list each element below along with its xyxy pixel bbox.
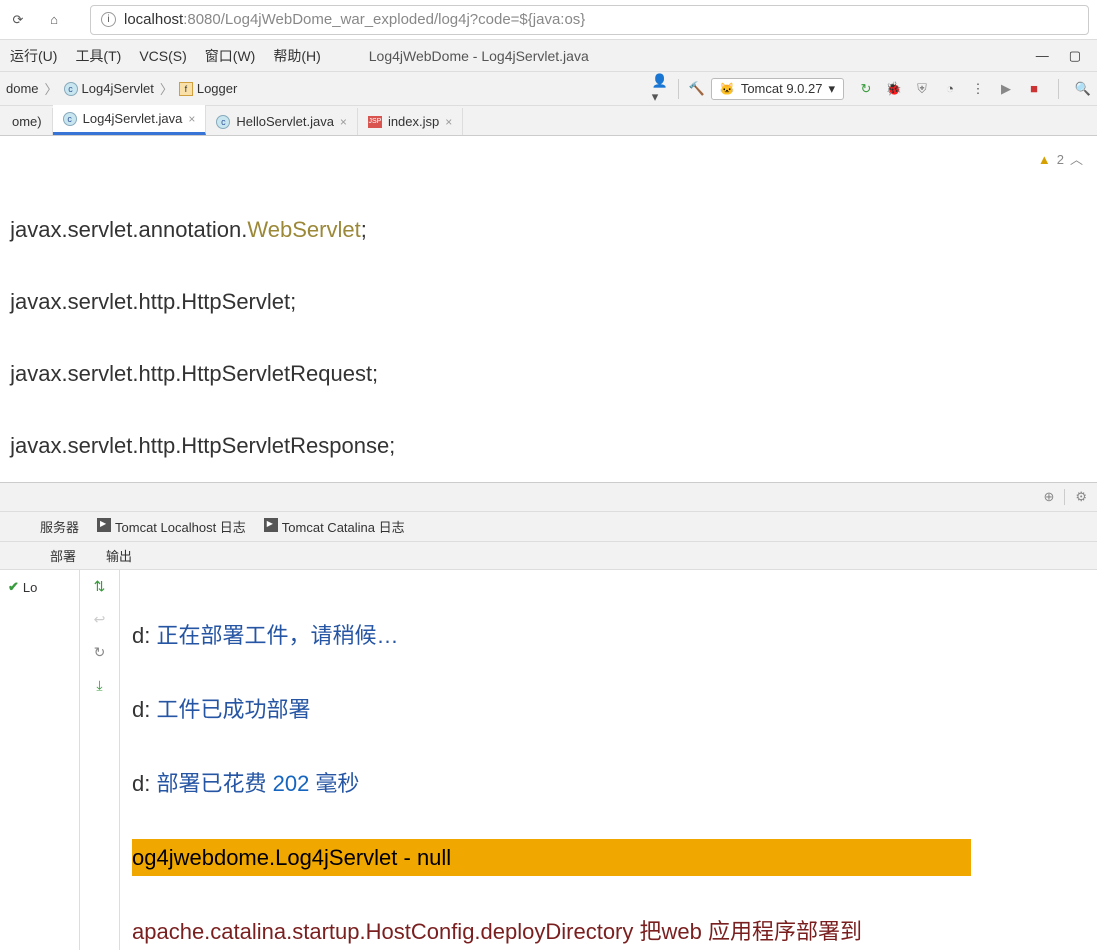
menu-tools[interactable]: 工具(T) — [75, 46, 121, 66]
jsp-icon: JSP — [368, 116, 382, 128]
tab-localhost-log[interactable]: Tomcat Localhost 日志 — [97, 517, 246, 536]
bug-icon[interactable]: 🐞 — [886, 81, 902, 97]
close-icon[interactable]: × — [445, 115, 452, 129]
class-icon: c — [63, 112, 77, 126]
panel-subtabs: 部署 输出 — [0, 542, 1097, 570]
crumb-1[interactable]: cLog4jServlet — [64, 81, 154, 96]
panel-header: ⊕ ⚙ — [0, 482, 1097, 512]
user-icon[interactable]: 👤▾ — [652, 81, 668, 97]
browser-bar: ⟳ ⌂ i localhost:8080/Log4jWebDome_war_ex… — [0, 0, 1097, 40]
tab-1[interactable]: cLog4jServlet.java× — [53, 105, 207, 135]
tab-0[interactable]: ome) — [2, 108, 53, 135]
search-icon[interactable]: 🔍 — [1075, 81, 1091, 97]
url-bar[interactable]: i localhost:8080/Log4jWebDome_war_explod… — [90, 5, 1089, 35]
subtab-output[interactable]: 输出 — [106, 546, 132, 565]
tab-catalina-log[interactable]: Tomcat Catalina 日志 — [264, 517, 405, 536]
url-port: :8080 — [183, 11, 221, 28]
window-title: Log4jWebDome - Log4jServlet.java — [369, 48, 589, 64]
chevron-down-icon: ▾ — [828, 81, 835, 97]
refresh-icon[interactable]: ⟳ — [8, 10, 28, 30]
info-icon: i — [101, 12, 116, 27]
run-config-selector[interactable]: 🐱 Tomcat 9.0.27 ▾ — [711, 78, 844, 100]
panel-tabs: 服务器 Tomcat Localhost 日志 Tomcat Catalina … — [0, 512, 1097, 542]
tab-3[interactable]: JSPindex.jsp× — [358, 108, 463, 135]
panel-body: ✔Lo ⇅ ↩ ↻ ⤓ d: 正在部署工件，请稍候… d: 工件已成功部署 d:… — [0, 570, 1097, 950]
code-editor[interactable]: ▲2︿ javax.servlet.annotation.WebServlet;… — [0, 136, 1097, 482]
field-icon: f — [179, 82, 193, 96]
inspection-badges[interactable]: ▲2︿ — [1038, 142, 1083, 178]
url-host: localhost — [124, 11, 183, 28]
rerun-icon[interactable]: ↻ — [858, 81, 874, 97]
up-arrow-icon[interactable]: ⇅ — [94, 578, 106, 595]
menu-vcs[interactable]: VCS(S) — [139, 48, 186, 64]
menu-run[interactable]: 运行(U) — [10, 46, 57, 66]
crumb-2[interactable]: fLogger — [179, 81, 237, 96]
tab-server[interactable]: 服务器 — [40, 517, 79, 536]
play-icon[interactable]: ▶ — [998, 81, 1014, 97]
warning-icon: ▲ — [1038, 142, 1051, 178]
log-icon — [264, 518, 278, 532]
down-save-icon[interactable]: ⤓ — [96, 677, 102, 694]
menu-window[interactable]: 窗口(W) — [205, 46, 256, 66]
deploy-tree[interactable]: ✔Lo — [0, 570, 80, 950]
minimize-icon[interactable]: — — [1036, 48, 1049, 64]
console-output[interactable]: d: 正在部署工件，请稍候… d: 工件已成功部署 d: 部署已花费 202 毫… — [120, 570, 1097, 950]
dots-icon[interactable]: ⋮ — [970, 81, 986, 97]
menu-bar: 运行(U) 工具(T) VCS(S) 窗口(W) 帮助(H) Log4jWebD… — [0, 40, 1097, 72]
target-icon[interactable]: ⊕ — [1043, 489, 1054, 505]
close-icon[interactable]: × — [340, 115, 347, 129]
url-path: /Log4jWebDome_war_exploded/log4j?code=${… — [221, 11, 586, 28]
tomcat-icon: 🐱 — [720, 82, 735, 96]
chevron-up-icon: ︿ — [1070, 142, 1083, 178]
menu-help[interactable]: 帮助(H) — [273, 46, 320, 66]
editor-tabs: ome) cLog4jServlet.java× cHelloServlet.j… — [0, 106, 1097, 136]
console-gutter: ⇅ ↩ ↻ ⤓ — [80, 570, 120, 950]
deploy-item[interactable]: ✔Lo — [0, 576, 79, 598]
back-icon[interactable]: ↩ — [94, 611, 106, 628]
run-config-label: Tomcat 9.0.27 — [741, 81, 823, 96]
crumb-0[interactable]: dome — [6, 81, 39, 96]
stop-icon[interactable]: ■ — [1026, 81, 1042, 97]
coverage-icon[interactable]: ⛨ — [914, 81, 930, 97]
tab-2[interactable]: cHelloServlet.java× — [206, 108, 358, 135]
maximize-icon[interactable]: ▢ — [1069, 48, 1081, 64]
check-icon: ✔ — [8, 579, 19, 595]
breadcrumb-bar: dome 〉 cLog4jServlet 〉 fLogger 👤▾ 🔨 🐱 To… — [0, 72, 1097, 106]
close-icon[interactable]: × — [188, 112, 195, 126]
home-icon[interactable]: ⌂ — [44, 10, 64, 30]
log-icon — [97, 518, 111, 532]
reload-icon[interactable]: ↻ — [94, 644, 106, 661]
gear-icon[interactable]: ⚙ — [1075, 489, 1087, 505]
clock-icon[interactable]: ◔ — [942, 81, 958, 97]
class-icon: c — [64, 82, 78, 96]
hammer-icon[interactable]: 🔨 — [689, 81, 705, 97]
subtab-deploy[interactable]: 部署 — [50, 546, 76, 565]
class-icon: c — [216, 115, 230, 129]
